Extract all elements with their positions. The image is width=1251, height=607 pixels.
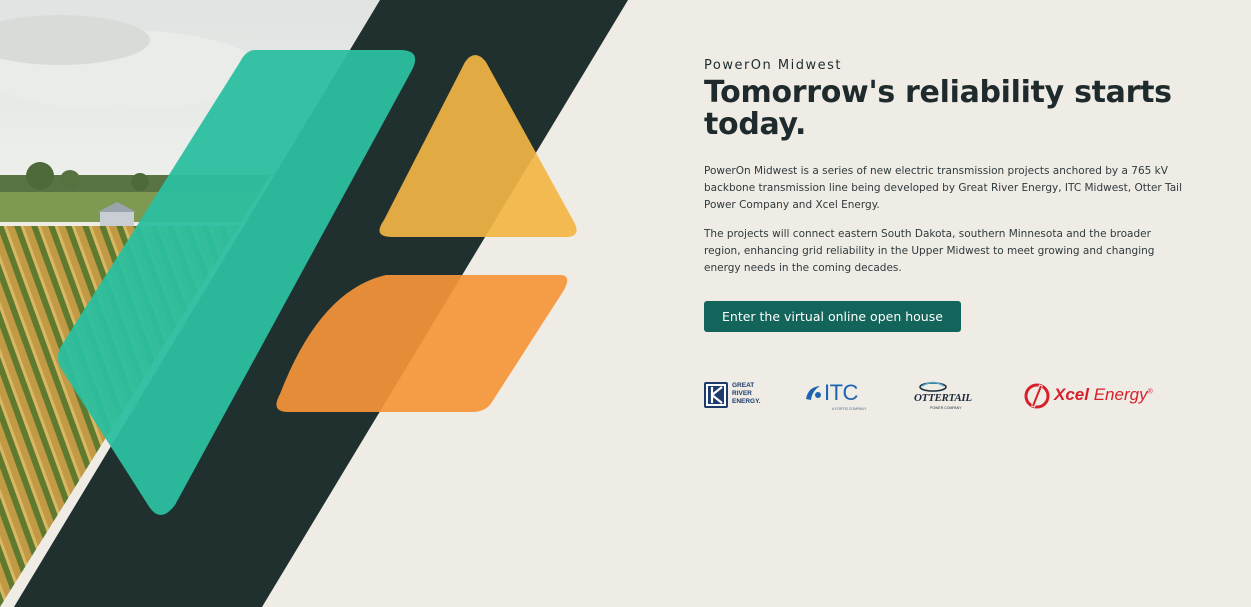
open-house-button[interactable]: Enter the virtual online open house: [704, 301, 961, 332]
otter-tail-swoosh-icon: [919, 381, 947, 392]
hero-content: PowerOn Midwest Tomorrow's reliability s…: [704, 58, 1184, 332]
itc-wordmark: ITC: [824, 380, 858, 405]
itc-tagline: A FORTIS COMPANY: [832, 407, 867, 411]
great-river-mark-icon: [704, 382, 728, 408]
intro-paragraph: PowerOn Midwest is a series of new elect…: [704, 165, 1183, 211]
xcel-flame-icon: [1024, 383, 1050, 409]
itc-swoosh-icon: [806, 386, 821, 400]
otter-tail-logo[interactable]: OTTERTAIL POWER COMPANY: [912, 380, 984, 414]
page-title: Tomorrow's reliability starts today.: [704, 75, 1172, 142]
otter-tail-tagline: POWER COMPANY: [930, 406, 962, 410]
hero-illustration: [0, 0, 640, 607]
partner-logos: GREAT RIVER ENERGY. ITC A FORTIS COMPANY…: [704, 380, 1174, 414]
xcel-energy-logo[interactable]: Xcel Energy®: [1024, 380, 1174, 414]
itc-logo[interactable]: ITC A FORTIS COMPANY: [804, 380, 872, 414]
eyebrow-label: PowerOn Midwest: [704, 58, 842, 73]
otter-tail-wordmark: OTTERTAIL: [914, 392, 972, 404]
detail-paragraph: The projects will connect eastern South …: [704, 228, 1155, 274]
landing-page: PowerOn Midwest Tomorrow's reliability s…: [0, 0, 1251, 607]
xcel-energy-wordmark: Xcel Energy®: [1054, 385, 1153, 404]
great-river-energy-logo[interactable]: GREAT RIVER ENERGY.: [704, 380, 764, 414]
great-river-wordmark: GREAT RIVER ENERGY.: [732, 382, 761, 405]
